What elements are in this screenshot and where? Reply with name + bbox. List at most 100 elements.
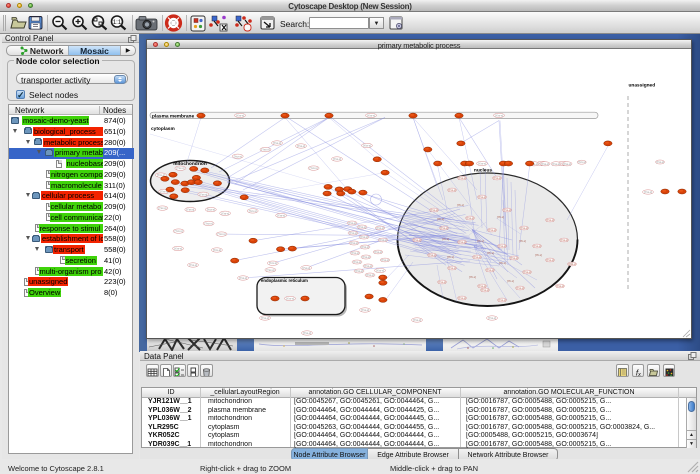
svg-text:[Yxx-x]: [Yxx-x] [349, 231, 357, 235]
svg-text:[Yxx-x]: [Yxx-x] [261, 316, 269, 320]
svg-text:[Yxx-x]: [Yxx-x] [458, 240, 466, 244]
svg-text:[Yxx-x]: [Yxx-x] [656, 160, 664, 164]
svg-text:[Yxx-x]: [Yxx-x] [541, 162, 549, 166]
svg-text:[Yxx-x]: [Yxx-x] [428, 253, 436, 257]
svg-text:[Yxx-x]: [Yxx-x] [262, 148, 270, 152]
svg-text:[Yxx-x]: [Yxx-x] [303, 331, 311, 335]
svg-text:[Yxx-x]: [Yxx-x] [269, 261, 277, 265]
svg-text:[Yxx-x]: [Yxx-x] [488, 316, 496, 320]
svg-text:[Yxx-x]: [Yxx-x] [478, 284, 486, 288]
svg-text:[Yxx-x]: [Yxx-x] [520, 226, 528, 230]
svg-text:[Yxx-x]: [Yxx-x] [458, 296, 466, 300]
svg-text:[Yb-x]: [Yb-x] [437, 217, 444, 221]
svg-text:[Yxx-x]: [Yxx-x] [430, 208, 438, 212]
svg-text:nucleus: nucleus [474, 168, 492, 174]
svg-text:[Yxx-x]: [Yxx-x] [205, 221, 213, 225]
svg-text:[Yxx-x]: [Yxx-x] [486, 268, 494, 272]
svg-text:[Yxx-x]: [Yxx-x] [560, 238, 568, 242]
svg-text:endoplasmic reticulum: endoplasmic reticulum [261, 278, 308, 283]
svg-text:[Yxx-x]: [Yxx-x] [376, 226, 384, 230]
svg-text:[Yxx-x]: [Yxx-x] [493, 176, 501, 180]
svg-text:[Yxx-x]: [Yxx-x] [413, 318, 421, 322]
svg-text:[Yxx-x]: [Yxx-x] [221, 211, 229, 215]
svg-text:cytoplasm: cytoplasm [151, 126, 175, 132]
svg-text:[Yxx-x]: [Yxx-x] [376, 269, 384, 273]
svg-text:[Yxx-x]: [Yxx-x] [186, 208, 194, 212]
svg-text:[Yxx-x]: [Yxx-x] [438, 280, 446, 284]
svg-text:[Yb-x]: [Yb-x] [487, 251, 494, 255]
svg-text:[Yxx-x]: [Yxx-x] [498, 244, 506, 248]
svg-text:[Yxx-x]: [Yxx-x] [374, 250, 382, 254]
svg-text:[Yxx-x]: [Yxx-x] [358, 225, 366, 229]
svg-text:[Yb-x]: [Yb-x] [499, 261, 506, 265]
svg-text:plasma membrane: plasma membrane [152, 113, 194, 119]
svg-text:[Yxx-x]: [Yxx-x] [266, 268, 274, 272]
svg-text:[Yxx-x]: [Yxx-x] [351, 251, 359, 255]
svg-text:[Yxx-x]: [Yxx-x] [174, 247, 182, 251]
svg-text:[Yxx-x]: [Yxx-x] [286, 297, 294, 301]
svg-text:[Yxx-x]: [Yxx-x] [236, 113, 244, 117]
svg-text:[Yxx-x]: [Yxx-x] [207, 208, 215, 212]
svg-text:[Yxx-x]: [Yxx-x] [495, 113, 503, 117]
svg-text:[Yxx-x]: [Yxx-x] [175, 229, 183, 233]
svg-text:[Yxx-x]: [Yxx-x] [360, 235, 368, 239]
svg-text:[Yxx-x]: [Yxx-x] [563, 162, 571, 166]
svg-text:1:1: 1:1 [113, 20, 122, 26]
svg-text:[Yxx-x]: [Yxx-x] [355, 269, 363, 273]
svg-text:[Yxx-x]: [Yxx-x] [350, 241, 358, 245]
svg-text:[Yxx-x]: [Yxx-x] [413, 238, 421, 242]
svg-text:[Yxx-x]: [Yxx-x] [578, 160, 586, 164]
svg-text:[Yxx-x]: [Yxx-x] [234, 154, 242, 158]
svg-text:[Yb-x]: [Yb-x] [535, 253, 542, 257]
svg-text:[Yxx-x]: [Yxx-x] [440, 226, 448, 230]
svg-text:[Yxx-x]: [Yxx-x] [158, 206, 166, 210]
svg-text:[Yxx-x]: [Yxx-x] [277, 214, 285, 218]
svg-text:[Yxx-x]: [Yxx-x] [364, 264, 372, 268]
svg-text:[Yxx-x]: [Yxx-x] [546, 218, 554, 222]
svg-text:[Yxx-x]: [Yxx-x] [644, 190, 652, 194]
svg-text:[Yxx-x]: [Yxx-x] [353, 260, 361, 264]
svg-text:[Yb-x]: [Yb-x] [519, 239, 526, 243]
svg-text:[Yb-x]: [Yb-x] [477, 239, 484, 243]
svg-text:[Yxx-x]: [Yxx-x] [478, 195, 486, 199]
svg-text:[Yxx-x]: [Yxx-x] [516, 286, 524, 290]
svg-text:[Yxx-x]: [Yxx-x] [510, 256, 518, 260]
svg-text:[Yxx-x]: [Yxx-x] [379, 238, 387, 242]
svg-text:[Yxx-x]: [Yxx-x] [249, 209, 257, 213]
svg-text:[Yxx-x]: [Yxx-x] [302, 266, 310, 270]
svg-text:[Yxx-x]: [Yxx-x] [363, 144, 371, 148]
svg-text:[Yxx-x]: [Yxx-x] [546, 258, 554, 262]
svg-text:[Yxx-x]: [Yxx-x] [533, 244, 541, 248]
svg-text:[Yb-x]: [Yb-x] [507, 279, 514, 283]
svg-text:[Yxx-x]: [Yxx-x] [448, 266, 456, 270]
svg-text:[Yxx-x]: [Yxx-x] [568, 262, 576, 266]
svg-text:[Yxx-x]: [Yxx-x] [273, 141, 281, 145]
svg-text:[Yxx-x]: [Yxx-x] [333, 157, 341, 161]
svg-text:[Yxx-x]: [Yxx-x] [488, 228, 496, 232]
svg-text:[Yxx-x]: [Yxx-x] [199, 192, 207, 196]
svg-text:[Yxx-x]: [Yxx-x] [552, 162, 560, 166]
svg-text:[Yxx-x]: [Yxx-x] [348, 221, 356, 225]
svg-text:[Yxx-x]: [Yxx-x] [367, 113, 375, 117]
svg-text:[Yxx-x]: [Yxx-x] [213, 248, 221, 252]
svg-text:unassigned: unassigned [629, 83, 656, 89]
svg-text:[Yxx-x]: [Yxx-x] [473, 255, 481, 259]
svg-text:[Yxx-x]: [Yxx-x] [498, 298, 506, 302]
svg-text:[Yxx-x]: [Yxx-x] [361, 245, 369, 249]
svg-text:[Yxx-x]: [Yxx-x] [466, 216, 474, 220]
svg-text:fₓ: fₓ [635, 369, 640, 378]
svg-text:[Yb-x]: [Yb-x] [447, 255, 454, 259]
svg-text:[Yxx-x]: [Yxx-x] [218, 232, 226, 236]
svg-text:[Yxx-x]: [Yxx-x] [503, 208, 511, 212]
svg-text:[Yxx-x]: [Yxx-x] [478, 162, 486, 166]
svg-text:[Yxx-x]: [Yxx-x] [361, 308, 369, 312]
svg-text:[Yxx-x]: [Yxx-x] [362, 255, 370, 259]
svg-text:[Yxx-x]: [Yxx-x] [189, 263, 197, 267]
svg-text:[Yxx-x]: [Yxx-x] [310, 166, 318, 170]
svg-text:[Yxx-x]: [Yxx-x] [458, 176, 466, 180]
svg-text:[Yb-x]: [Yb-x] [469, 275, 476, 279]
svg-text:[Yxx-x]: [Yxx-x] [448, 188, 456, 192]
svg-text:[Yxx-x]: [Yxx-x] [523, 270, 531, 274]
svg-text:[Yxx-x]: [Yxx-x] [556, 284, 564, 288]
svg-text:[Yxx-x]: [Yxx-x] [297, 144, 305, 148]
